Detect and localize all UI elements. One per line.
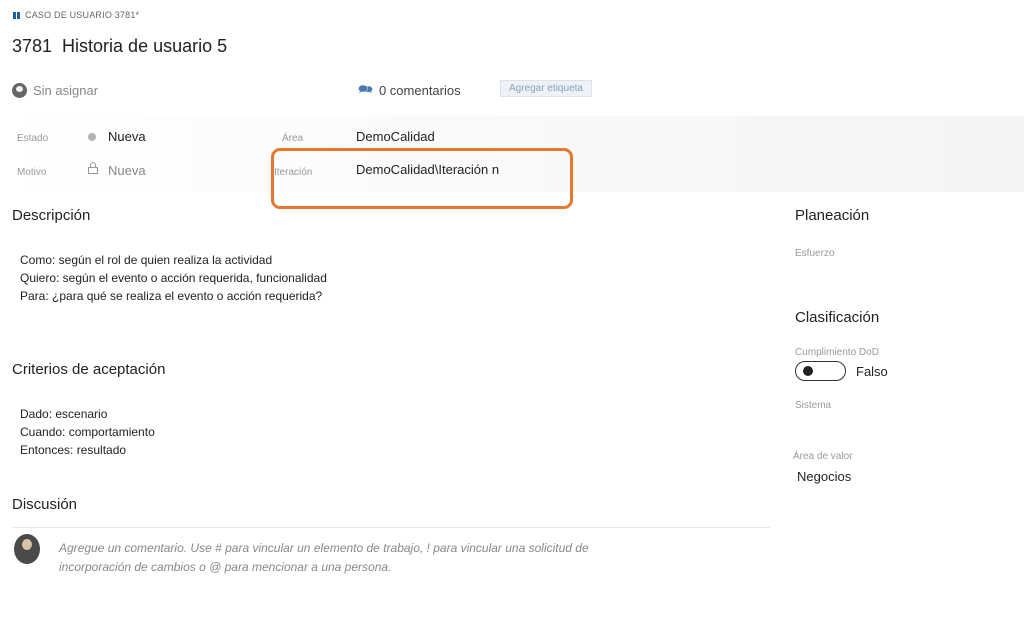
area-valor-value[interactable]: Negocios xyxy=(797,469,851,484)
meta-row: Sin asignar 🗪 0 comentarios Agregar etiq… xyxy=(12,78,1002,102)
comment-input[interactable]: Agregue un comentario. Use # para vincul… xyxy=(50,535,770,620)
motivo-label: Motivo xyxy=(17,167,47,178)
work-item-title-text[interactable]: Historia de usuario 5 xyxy=(62,36,227,57)
descripcion-line: Quiero: según el evento o acción requeri… xyxy=(20,271,327,285)
iteration-highlight-box xyxy=(271,148,573,209)
criterios-line: Entonces: resultado xyxy=(20,443,127,457)
work-item-type: CASO DE USUARIO 3781* xyxy=(12,10,139,20)
assigned-to-label: Sin asignar xyxy=(33,82,99,98)
comments-count: 0 comentarios xyxy=(378,82,461,98)
user-avatar xyxy=(14,534,40,564)
clasificacion-heading: Clasificación xyxy=(795,309,880,326)
discussion-divider xyxy=(12,527,770,528)
person-icon xyxy=(12,82,27,98)
planeacion-heading: Planeación xyxy=(795,207,870,224)
estado-label: Estado xyxy=(17,133,49,144)
area-valor-label: Área de valor xyxy=(793,451,853,462)
sistema-label[interactable]: Sistema xyxy=(795,400,831,411)
descripcion-heading: Descripción xyxy=(12,207,91,224)
discusion-heading: Discusión xyxy=(12,496,78,513)
dod-toggle[interactable] xyxy=(795,361,846,381)
descripcion-line: Para: ¿para qué se realiza el evento o a… xyxy=(20,289,323,303)
criterios-line: Cuando: comportamiento xyxy=(20,425,155,439)
area-value[interactable]: DemoCalidad xyxy=(356,129,435,144)
work-item-type-label: CASO DE USUARIO 3781* xyxy=(25,10,140,20)
state-dot-icon xyxy=(88,133,96,141)
descripcion-body[interactable]: Como: según el rol de quien realiza la a… xyxy=(20,251,327,305)
esfuerzo-label[interactable]: Esfuerzo xyxy=(795,248,834,259)
dod-label: Cumplimiento DoD xyxy=(795,347,879,358)
work-item-id: 3781 xyxy=(12,36,53,56)
criterios-line: Dado: escenario xyxy=(20,407,108,421)
comment-placeholder-line: incorporación de cambios o @ para mencio… xyxy=(59,560,392,574)
area-label: Área xyxy=(282,133,304,144)
motivo-value[interactable]: Nueva xyxy=(108,163,146,178)
work-item-title[interactable]: 3781 Historia de usuario 5 xyxy=(12,36,227,57)
user-story-icon xyxy=(12,11,21,20)
comments-link[interactable]: 🗪 0 comentarios xyxy=(358,80,461,101)
criterios-heading: Criterios de aceptación xyxy=(12,361,166,378)
toggle-knob xyxy=(803,366,813,376)
estado-value[interactable]: Nueva xyxy=(108,129,146,144)
lock-icon xyxy=(87,162,99,174)
criterios-body[interactable]: Dado: escenario Cuando: comportamiento E… xyxy=(20,405,155,459)
comment-icon: 🗪 xyxy=(358,81,373,96)
dod-value: Falso xyxy=(856,364,888,379)
descripcion-line: Como: según el rol de quien realiza la a… xyxy=(20,253,273,267)
add-tag-button[interactable]: Agregar etiqueta xyxy=(500,80,592,97)
assigned-to[interactable]: Sin asignar xyxy=(12,82,99,98)
comment-placeholder-line: Agregue un comentario. Use # para vincul… xyxy=(59,541,589,555)
